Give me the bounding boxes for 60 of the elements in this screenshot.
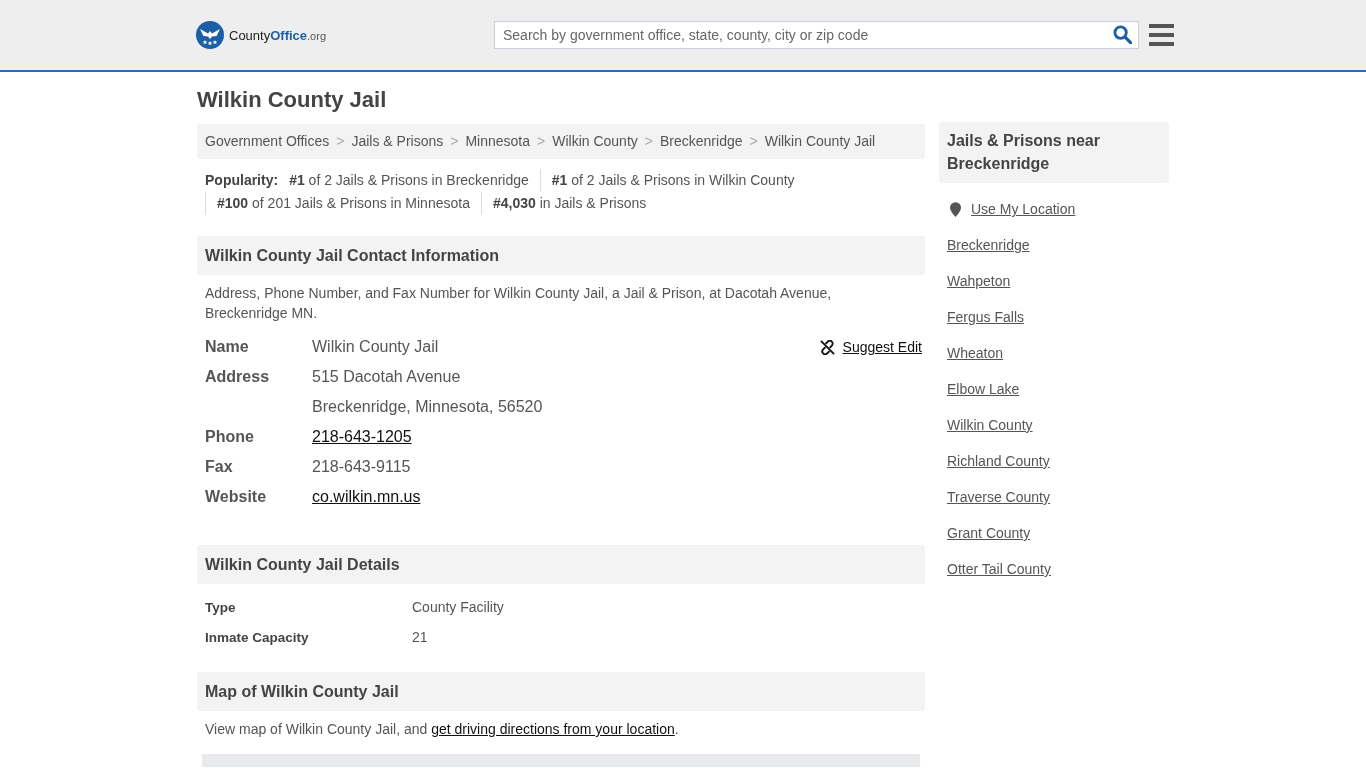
nearby-link[interactable]: Traverse County [947,489,1050,505]
field-label: Fax [205,458,233,475]
search-button[interactable] [1113,25,1132,44]
field-value: Wilkin County Jail [312,338,439,356]
detail-value: County Facility [412,599,504,615]
detail-label: Type [205,599,237,615]
breadcrumb-separator: > [537,133,546,149]
nearby-link[interactable]: Fergus Falls [947,309,1025,325]
breadcrumb-link[interactable]: Wilkin County [552,133,638,149]
section-header: Wilkin County Jail Details [197,545,925,584]
field-value: Breckenridge, Minnesota, 56520 [312,398,543,416]
popularity-rank: #4,030 in Jails & Prisons [480,192,658,215]
nearby-link[interactable]: Breckenridge [947,237,1030,253]
nearby-link[interactable]: Grant County [947,525,1031,541]
page-title: Wilkin County Jail [197,86,388,114]
field-value: 218-643-9115 [312,458,411,476]
breadcrumb-link[interactable]: Minnesota [465,133,531,149]
popularity-rank: #100 of 201 Jails & Prisons in Minnesota [205,192,481,215]
field-label: Address [205,368,270,385]
nearby-link[interactable]: Richland County [947,453,1050,469]
nearby-link[interactable]: Elbow Lake [947,381,1020,397]
menu-icon [1149,24,1174,46]
field-link[interactable]: 218-643-1205 [312,428,412,446]
field-link[interactable]: co.wilkin.mn.us [312,488,421,506]
contact-description: Address, Phone Number, and Fax Number for Wilkin County Jail, a Jail & Prison, at Dacotah Avenue, Breckenridge MN. [204,284,833,323]
section-header: Map of Wilkin County Jail [197,672,925,711]
detail-label: Inmate Capacity [205,629,310,645]
breadcrumb-separator: > [336,133,345,149]
field-label: Website [205,488,267,505]
map-description: View map of Wilkin County Jail, and get driving directions from your location. [204,720,680,739]
popularity-label: Popularity: [205,171,279,190]
breadcrumb-separator: > [450,133,459,149]
suggest-edit-link[interactable]: Suggest Edit [819,332,922,362]
section-header: Wilkin County Jail Contact Information [197,236,925,275]
nearby-link[interactable]: Wheaton [947,345,1004,361]
nearby-link[interactable]: Wahpeton [947,273,1011,289]
breadcrumb-link[interactable]: Wilkin County Jail [764,133,876,149]
field-label: Name [205,338,249,355]
nearby-link[interactable]: Wilkin County [947,417,1033,433]
field-value: 515 Dacotah Avenue [312,368,461,386]
nearby-link[interactable]: Otter Tail County [947,561,1051,577]
breadcrumb-link[interactable]: Jails & Prisons [351,133,444,149]
use-location-link[interactable]: Use My Location [971,201,1076,217]
breadcrumb-separator: > [749,133,758,149]
map-pin-icon [950,201,961,217]
detail-value: 21 [412,629,428,645]
search-field[interactable]: Search by government office, state, county, city or zip code [494,21,1139,49]
eagle-badge-icon[interactable] [196,21,224,49]
breadcrumb-link[interactable]: Government Offices [205,133,330,149]
sidebar-header: Jails & Prisons near Breckenridge [939,122,1169,183]
broken-link-icon [819,339,835,355]
field-label: Phone [205,428,254,445]
search-icon [1113,25,1132,44]
popularity-rank: #1 of 2 Jails & Prisons in Breckenridge [288,171,530,190]
popularity-rank: #1 of 2 Jails & Prisons in Wilkin County [539,169,806,192]
menu-button[interactable] [1149,24,1174,46]
breadcrumb-separator: > [644,133,653,149]
breadcrumb-link[interactable]: Breckenridge [660,133,743,149]
site-logo-text[interactable]: CountyOffice.org [229,27,326,43]
directions-link[interactable]: get driving directions from your location [431,721,675,737]
